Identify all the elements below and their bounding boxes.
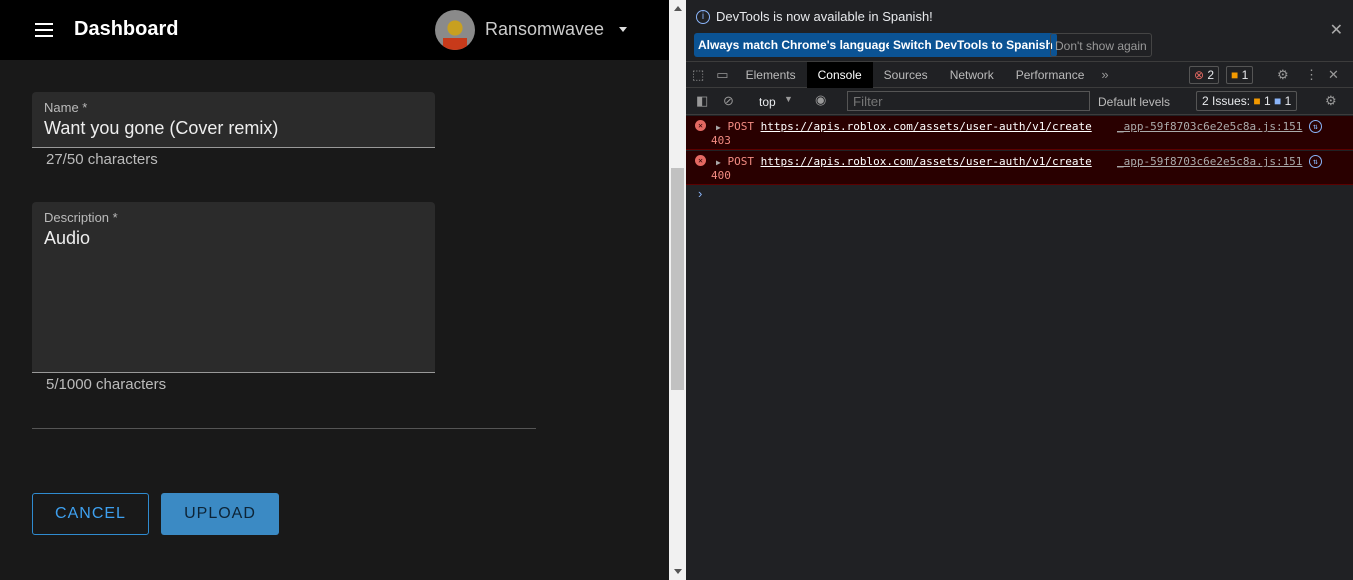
console-message[interactable]: ✕ ▶ POST https://apis.roblox.com/assets/…: [686, 116, 1353, 150]
error-count-badge[interactable]: ⊗ 2: [1189, 66, 1220, 84]
menu-icon[interactable]: [35, 23, 53, 37]
eye-icon[interactable]: ◉: [809, 92, 832, 108]
request-url[interactable]: https://apis.roblox.com/assets/user-auth…: [761, 120, 1092, 133]
page-scrollbar[interactable]: [669, 0, 686, 580]
description-field[interactable]: Description * Audio: [32, 202, 435, 373]
more-tabs-icon[interactable]: »: [1095, 67, 1114, 82]
tab-sources[interactable]: Sources: [873, 62, 939, 88]
issues-info-count: 1: [1284, 94, 1292, 108]
method: POST: [727, 155, 754, 168]
console-toolbar: ◧ ⊘ top ▼ ◉ Default levels 2 Issues: ■ 1…: [686, 88, 1353, 115]
avatar[interactable]: [435, 10, 475, 50]
issues-button[interactable]: 2 Issues: ■ 1 ■ 1: [1196, 91, 1298, 111]
network-icon[interactable]: ⇅: [1309, 155, 1322, 168]
page-title: Dashboard: [74, 18, 179, 40]
error-icon: ⊗: [1194, 68, 1205, 82]
description-char-count: 5/1000 characters: [46, 376, 167, 393]
tab-network[interactable]: Network: [939, 62, 1005, 88]
warning-count-badge[interactable]: ■ 1: [1226, 66, 1254, 84]
devtools-panel: i DevTools is now available in Spanish! …: [686, 0, 1353, 580]
sidebar-toggle-icon[interactable]: ◧: [690, 93, 714, 109]
close-banner-icon[interactable]: ✕: [1330, 20, 1343, 40]
tab-elements[interactable]: Elements: [735, 62, 807, 88]
warning-icon: ■: [1231, 68, 1239, 82]
inspect-icon[interactable]: ⬚: [686, 67, 710, 83]
tab-console[interactable]: Console: [806, 61, 873, 88]
name-input[interactable]: Want you gone (Cover remix): [44, 118, 278, 139]
clear-console-icon[interactable]: ⊘: [717, 93, 740, 109]
status-code: 400: [711, 169, 731, 182]
issues-label: 2 Issues:: [1202, 94, 1251, 108]
chevron-down-icon[interactable]: [619, 27, 627, 36]
app-header: Dashboard Ransomwavee: [0, 0, 669, 60]
console-prompt-icon[interactable]: ›: [698, 186, 702, 201]
name-field[interactable]: Name * Want you gone (Cover remix): [32, 92, 435, 148]
upload-button[interactable]: UPLOAD: [161, 493, 279, 535]
dont-show-again-button[interactable]: Don't show again: [1050, 33, 1152, 57]
filter-input[interactable]: [847, 91, 1090, 111]
context-select[interactable]: top: [759, 95, 776, 109]
name-char-count: 27/50 characters: [46, 151, 158, 168]
scrollbar-thumb[interactable]: [671, 168, 684, 390]
name-label: Name *: [44, 100, 88, 115]
error-icon: ✕: [695, 155, 706, 166]
method: POST: [727, 120, 754, 133]
upload-page: Dashboard Ransomwavee Name * Want you go…: [0, 0, 669, 580]
match-language-button[interactable]: Always match Chrome's language: [694, 33, 897, 57]
banner-text: DevTools is now available in Spanish!: [716, 9, 933, 24]
error-count: 2: [1207, 68, 1215, 82]
username[interactable]: Ransomwavee: [485, 19, 604, 40]
settings-icon[interactable]: ⚙: [1271, 67, 1295, 83]
close-devtools-icon[interactable]: ✕: [1322, 67, 1345, 83]
warning-count: 1: [1241, 68, 1249, 82]
expand-arrow-icon[interactable]: ▶: [716, 158, 721, 167]
switch-spanish-button[interactable]: Switch DevTools to Spanish: [889, 33, 1057, 57]
console-message[interactable]: ✕ ▶ POST https://apis.roblox.com/assets/…: [686, 151, 1353, 185]
divider: [32, 428, 536, 429]
expand-arrow-icon[interactable]: ▶: [716, 123, 721, 132]
info-icon: ■: [1274, 94, 1282, 108]
network-icon[interactable]: ⇅: [1309, 120, 1322, 133]
device-toolbar-icon[interactable]: ▭: [710, 67, 734, 83]
console-settings-icon[interactable]: ⚙: [1319, 93, 1343, 109]
scroll-up-icon[interactable]: [674, 2, 682, 11]
error-icon: ✕: [695, 120, 706, 131]
more-options-icon[interactable]: ⋮: [1299, 67, 1324, 83]
source-link[interactable]: _app-59f8703c6e2e5c8a.js:151: [1117, 120, 1302, 133]
description-label: Description *: [44, 210, 118, 225]
request-url[interactable]: https://apis.roblox.com/assets/user-auth…: [761, 155, 1092, 168]
language-banner: i DevTools is now available in Spanish!: [696, 9, 933, 24]
log-levels-select[interactable]: Default levels: [1098, 95, 1170, 109]
scroll-down-icon[interactable]: [674, 569, 682, 578]
info-icon: i: [696, 9, 710, 24]
cancel-button[interactable]: CANCEL: [32, 493, 149, 535]
warning-icon: ■: [1253, 94, 1261, 108]
devtools-tabs: ⬚ ▭ Elements Console Sources Network Per…: [686, 61, 1353, 88]
issues-warn-count: 1: [1263, 94, 1271, 108]
tab-performance[interactable]: Performance: [1005, 62, 1096, 88]
description-input[interactable]: Audio: [44, 228, 90, 249]
chevron-down-icon[interactable]: ▼: [784, 94, 793, 104]
source-link[interactable]: _app-59f8703c6e2e5c8a.js:151: [1117, 155, 1302, 168]
status-code: 403: [711, 134, 731, 147]
